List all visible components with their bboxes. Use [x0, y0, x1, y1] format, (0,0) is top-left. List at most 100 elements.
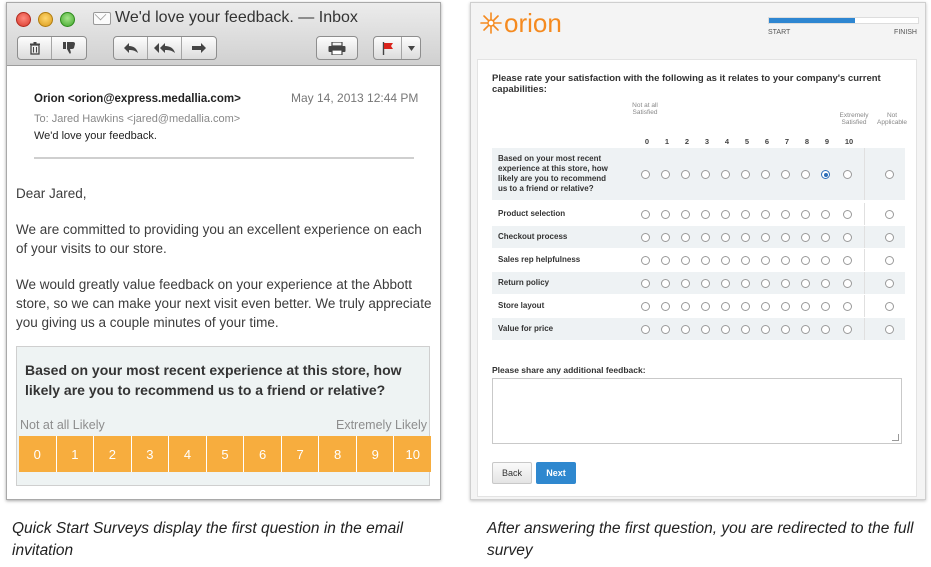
rating-radio[interactable] [681, 302, 690, 311]
rating-radio[interactable] [681, 325, 690, 334]
rating-radio[interactable] [843, 210, 852, 219]
resize-handle[interactable] [892, 434, 899, 441]
rating-radio[interactable] [761, 170, 770, 179]
rating-radio[interactable] [801, 170, 810, 179]
rating-radio[interactable] [681, 233, 690, 242]
not-applicable-radio[interactable] [885, 256, 894, 265]
rating-radio[interactable] [781, 302, 790, 311]
rating-radio[interactable] [741, 210, 750, 219]
email-scale-option[interactable]: 0 [19, 436, 57, 472]
junk-button[interactable] [52, 37, 86, 59]
rating-radio[interactable] [781, 279, 790, 288]
rating-radio[interactable] [821, 279, 830, 288]
rating-radio[interactable] [801, 256, 810, 265]
rating-radio[interactable] [641, 302, 650, 311]
email-scale-option[interactable]: 9 [356, 436, 395, 472]
rating-radio[interactable] [781, 233, 790, 242]
rating-radio[interactable] [661, 210, 670, 219]
rating-radio[interactable] [721, 256, 730, 265]
rating-radio[interactable] [641, 325, 650, 334]
rating-radio[interactable] [741, 302, 750, 311]
email-scale-option[interactable]: 4 [169, 436, 207, 472]
rating-radio[interactable] [681, 279, 690, 288]
flag-button[interactable] [374, 37, 402, 59]
rating-radio[interactable] [721, 279, 730, 288]
rating-radio[interactable] [701, 210, 710, 219]
rating-radio[interactable] [843, 233, 852, 242]
minimize-window-button[interactable] [38, 12, 53, 27]
rating-radio[interactable] [721, 233, 730, 242]
back-button[interactable]: Back [492, 462, 532, 484]
email-scale-option[interactable]: 2 [94, 436, 132, 472]
rating-radio[interactable] [741, 233, 750, 242]
rating-radio[interactable] [843, 325, 852, 334]
rating-radio[interactable] [701, 302, 710, 311]
forward-button[interactable] [182, 37, 216, 59]
email-scale-option[interactable]: 10 [394, 436, 432, 472]
rating-radio[interactable] [821, 256, 830, 265]
email-scale-option[interactable]: 3 [131, 436, 170, 472]
rating-radio[interactable] [801, 302, 810, 311]
rating-radio[interactable] [641, 233, 650, 242]
rating-radio[interactable] [741, 256, 750, 265]
rating-radio[interactable] [701, 170, 710, 179]
rating-radio[interactable] [661, 170, 670, 179]
rating-radio[interactable] [761, 279, 770, 288]
rating-radio[interactable] [821, 325, 830, 334]
close-window-button[interactable] [16, 12, 31, 27]
email-scale-option[interactable]: 7 [281, 436, 320, 472]
rating-radio[interactable] [641, 256, 650, 265]
rating-radio[interactable] [843, 256, 852, 265]
rating-radio[interactable] [821, 210, 830, 219]
email-scale-option[interactable]: 5 [206, 436, 245, 472]
rating-radio[interactable] [761, 233, 770, 242]
rating-radio[interactable] [701, 325, 710, 334]
flag-menu-button[interactable] [402, 37, 420, 59]
rating-radio[interactable] [801, 325, 810, 334]
rating-radio[interactable] [801, 210, 810, 219]
zoom-window-button[interactable] [60, 12, 75, 27]
rating-radio[interactable] [641, 210, 650, 219]
rating-radio[interactable] [761, 210, 770, 219]
rating-radio[interactable] [721, 210, 730, 219]
rating-radio[interactable] [721, 302, 730, 311]
rating-radio[interactable] [701, 233, 710, 242]
not-applicable-radio[interactable] [885, 233, 894, 242]
rating-radio[interactable] [843, 302, 852, 311]
rating-radio[interactable] [843, 279, 852, 288]
rating-radio[interactable] [661, 256, 670, 265]
not-applicable-radio[interactable] [885, 279, 894, 288]
rating-radio[interactable] [741, 325, 750, 334]
rating-radio[interactable] [641, 279, 650, 288]
rating-radio[interactable] [821, 170, 830, 179]
email-scale-option[interactable]: 8 [319, 436, 357, 472]
rating-radio[interactable] [721, 170, 730, 179]
rating-radio[interactable] [801, 279, 810, 288]
rating-radio[interactable] [701, 279, 710, 288]
rating-radio[interactable] [741, 279, 750, 288]
rating-radio[interactable] [781, 325, 790, 334]
feedback-textarea[interactable] [492, 378, 902, 444]
reply-all-button[interactable] [148, 37, 182, 59]
rating-radio[interactable] [781, 170, 790, 179]
rating-radio[interactable] [641, 170, 650, 179]
rating-radio[interactable] [661, 279, 670, 288]
next-button[interactable]: Next [536, 462, 576, 484]
rating-radio[interactable] [741, 170, 750, 179]
rating-radio[interactable] [843, 170, 852, 179]
rating-radio[interactable] [821, 233, 830, 242]
not-applicable-radio[interactable] [885, 170, 894, 179]
rating-radio[interactable] [781, 256, 790, 265]
delete-button[interactable] [18, 37, 52, 59]
not-applicable-radio[interactable] [885, 302, 894, 311]
rating-radio[interactable] [681, 210, 690, 219]
rating-radio[interactable] [801, 233, 810, 242]
not-applicable-radio[interactable] [885, 325, 894, 334]
rating-radio[interactable] [781, 210, 790, 219]
rating-radio[interactable] [661, 302, 670, 311]
reply-button[interactable] [114, 37, 148, 59]
rating-radio[interactable] [681, 170, 690, 179]
rating-radio[interactable] [721, 325, 730, 334]
rating-radio[interactable] [761, 302, 770, 311]
email-scale-option[interactable]: 1 [56, 436, 95, 472]
